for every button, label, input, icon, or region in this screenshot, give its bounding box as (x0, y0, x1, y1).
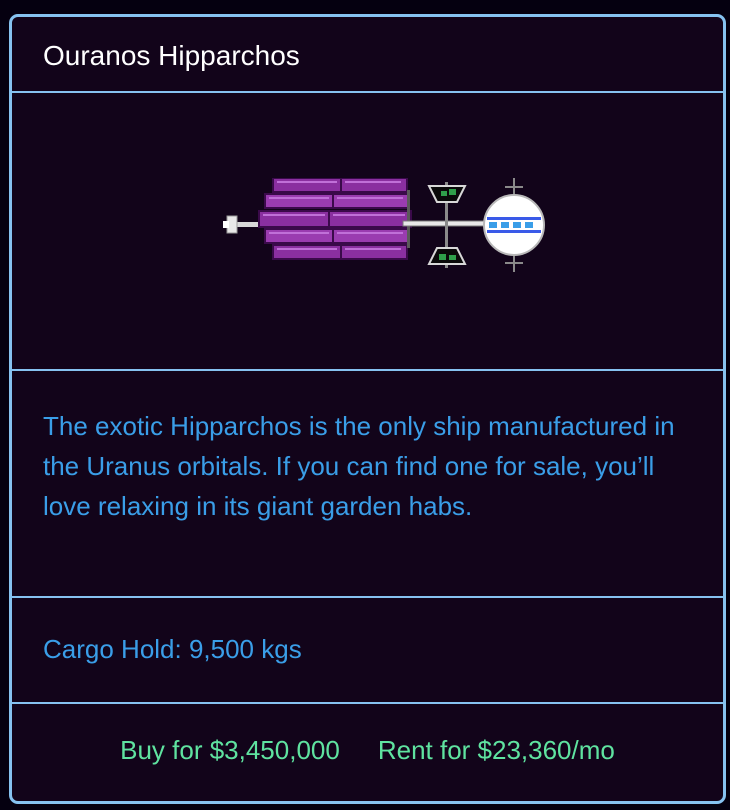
price-row: Buy for $3,450,000 Rent for $23,360/mo (12, 733, 723, 767)
rent-link[interactable]: Rent for $23,360/mo (378, 735, 615, 765)
title-bar: Ouranos Hipparchos (12, 17, 723, 93)
engine-nozzle-icon (223, 215, 261, 234)
buy-link[interactable]: Buy for $3,450,000 (120, 735, 340, 765)
hull-stack-icon (258, 178, 412, 260)
ship-card: Ouranos Hipparchos The exotic Hipparchos… (9, 14, 726, 804)
price-section: Buy for $3,450,000 Rent for $23,360/mo (12, 704, 723, 801)
ship-sprite-icon (223, 178, 545, 272)
description-section: The exotic Hipparchos is the only ship m… (12, 371, 723, 598)
habitat-sphere-icon (483, 178, 545, 272)
ship-description: The exotic Hipparchos is the only ship m… (43, 411, 675, 521)
ship-name: Ouranos Hipparchos (43, 40, 300, 71)
ship-image-area (12, 93, 723, 371)
cargo-hold-text: Cargo Hold: 9,500 kgs (43, 634, 302, 664)
cargo-section: Cargo Hold: 9,500 kgs (12, 598, 723, 704)
